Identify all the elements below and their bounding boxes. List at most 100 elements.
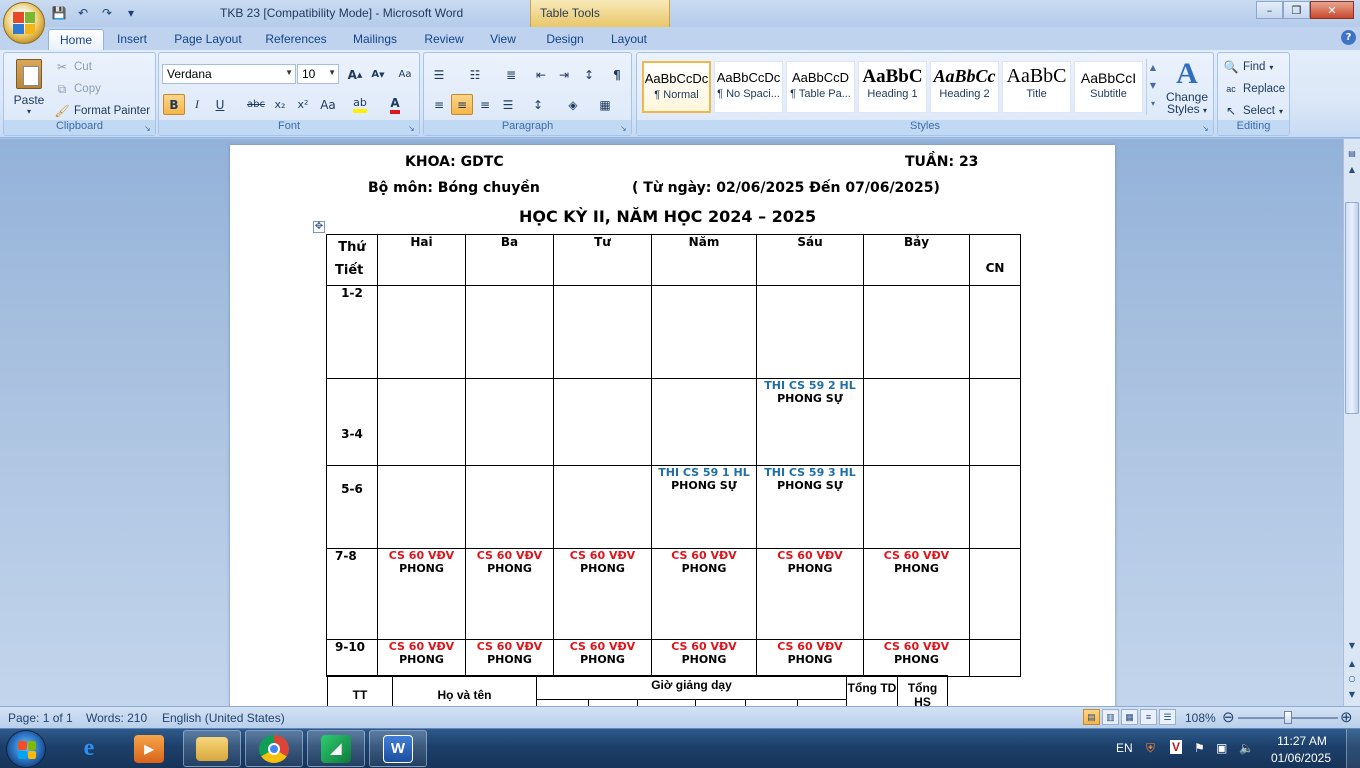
timetable-cell[interactable]: CS 60 VĐV PHONG [553,548,652,640]
redo-icon[interactable]: ↷ [98,4,116,22]
period-cell[interactable]: 5-6 [326,465,378,549]
day-header-cn[interactable]: CN [969,234,1021,286]
day-header-hai[interactable]: Hai [377,234,466,286]
language-indicator[interactable]: English (United States) [162,711,285,725]
timetable-cell[interactable]: CS 60 VĐV PHONG [553,639,652,677]
style-table-paragraph[interactable]: AaBbCcD ¶ Table Pa... [786,61,855,113]
tab-insert[interactable]: Insert [108,29,156,50]
style-normal[interactable]: AaBbCcDc ¶ Normal [642,61,711,113]
numbering-icon[interactable]: ☷ [464,64,486,85]
file-explorer-taskbar-icon[interactable] [183,730,241,767]
timetable-cell[interactable]: CS 60 VĐV PHONG [863,548,970,640]
security-shield-icon[interactable]: ⛨ [1146,741,1155,756]
zoom-out-icon[interactable]: ⊖ [1222,708,1235,726]
zalo-taskbar-icon[interactable]: ◢ [307,730,365,767]
day-header-ba[interactable]: Ba [465,234,554,286]
timetable-cell[interactable] [377,465,466,549]
grow-font-icon[interactable]: A ▲ [344,64,366,85]
paragraph-launcher-icon[interactable]: ↘ [620,124,629,133]
undo-icon[interactable]: ↶ [74,4,92,22]
tab-mailings[interactable]: Mailings [344,29,406,50]
outline-icon[interactable]: ≡ [1140,709,1157,725]
timetable-cell[interactable] [969,639,1021,677]
timetable-cell[interactable]: CS 60 VĐV PHONG [465,639,554,677]
format-painter-button[interactable]: 🖌 Format Painter [54,103,150,119]
teaching-hours-header[interactable]: Giờ giảng dạy [536,675,847,700]
tab-references[interactable]: References [258,29,334,50]
scroll-down-icon[interactable]: ▼ [1147,77,1159,95]
office-button[interactable] [3,2,45,44]
styles-launcher-icon[interactable]: ↘ [1202,124,1211,133]
copy-button[interactable]: ⧉ Copy [54,81,101,97]
media-player-taskbar-icon[interactable]: ▶ [120,730,178,767]
timetable-cell[interactable] [465,465,554,549]
tab-home[interactable]: Home [48,29,104,50]
timetable-cell[interactable]: CS 60 VĐV PHONG [756,548,864,640]
font-launcher-icon[interactable]: ↘ [408,124,417,133]
maximize-button[interactable]: ❐ [1283,1,1310,19]
full-screen-reading-icon[interactable]: ▥ [1102,709,1119,725]
total-td-header[interactable]: Tổng TD [846,675,898,706]
start-button[interactable] [6,730,46,768]
timetable-cell[interactable] [863,378,970,466]
align-center-icon[interactable]: ≡ [451,94,473,115]
tab-design[interactable]: Design [537,29,593,50]
customize-qat-icon[interactable]: ▾ [122,4,140,22]
timetable-cell[interactable] [651,378,757,466]
cut-button[interactable]: ✂ Cut [54,59,92,75]
scroll-up-icon[interactable]: ▲ [1344,163,1360,177]
shading-icon[interactable]: ◈ [562,94,584,115]
help-icon[interactable]: ? [1341,30,1356,45]
clipboard-launcher-icon[interactable]: ↘ [144,124,153,133]
corner-header-cell[interactable]: Thứ Tiết [326,234,378,286]
network-icon[interactable]: ▣ [1216,741,1227,755]
justify-icon[interactable]: ☰ [497,94,519,115]
paste-button[interactable]: Paste ▾ [12,57,46,116]
timetable-cell[interactable]: CS 60 VĐV PHONG [465,548,554,640]
name-header[interactable]: Họ và tên [392,675,537,706]
change-styles-button[interactable]: A Change Styles ▾ [1163,57,1211,119]
input-language[interactable]: EN [1116,741,1133,755]
vertical-scrollbar[interactable]: ▤ ▲ ▼ ▲ ○ ▼ [1343,139,1360,706]
zoom-level[interactable]: 108% [1185,711,1216,725]
style-subtitle[interactable]: AaBbCcI Subtitle [1074,61,1143,113]
timetable-cell[interactable]: CS 60 VĐV PHONG [377,548,466,640]
more-styles-icon[interactable]: ▾ [1147,95,1159,113]
style-heading-2[interactable]: AaBbCc Heading 2 [930,61,999,113]
page-count[interactable]: Page: 1 of 1 [8,711,73,725]
day-header-bay[interactable]: Bảy [863,234,970,286]
style-no-spacing[interactable]: AaBbCcDc ¶ No Spaci... [714,61,783,113]
scroll-thumb[interactable] [1345,202,1359,414]
scroll-up-icon[interactable]: ▲ [1147,59,1159,77]
shrink-font-icon[interactable]: A ▼ [367,64,389,85]
select-button[interactable]: ↖ Select ▾ [1223,103,1283,119]
timetable-cell[interactable]: CS 60 VĐV PHONG [651,548,757,640]
align-right-icon[interactable]: ≡ [474,94,496,115]
bullets-icon[interactable]: ☰ [428,64,450,85]
print-layout-icon[interactable]: ▤ [1083,709,1100,725]
sort-icon[interactable]: ↕ [578,64,600,85]
timetable-cell[interactable] [969,285,1021,379]
day-header-sau[interactable]: Sáu [756,234,864,286]
timetable-cell[interactable] [553,378,652,466]
font-name-box[interactable]: Verdana ▼ [162,64,296,84]
style-heading-1[interactable]: AaBbC Heading 1 [858,61,927,113]
font-color-icon[interactable]: A [384,94,406,115]
scroll-down-icon[interactable]: ▼ [1344,639,1360,653]
ruler-toggle-icon[interactable]: ▤ [1344,147,1360,161]
tab-page-layout[interactable]: Page Layout [168,29,248,50]
chrome-taskbar-icon[interactable] [245,730,303,767]
next-page-icon[interactable]: ▼ [1344,688,1360,702]
timetable-cell[interactable] [969,465,1021,549]
underline-button[interactable]: U [209,94,231,115]
period-cell[interactable]: 3-4 [326,378,378,466]
previous-page-icon[interactable]: ▲ [1344,657,1360,671]
clock-time[interactable]: 11:27 AM [1272,734,1332,748]
timetable-cell[interactable] [756,285,864,379]
tab-layout[interactable]: Layout [603,29,655,50]
italic-button[interactable]: I [186,94,208,115]
timetable-cell[interactable] [377,378,466,466]
minimize-button[interactable]: – [1256,1,1283,19]
find-button[interactable]: 🔍 Find ▾ [1223,59,1274,75]
timetable-cell[interactable] [377,285,466,379]
